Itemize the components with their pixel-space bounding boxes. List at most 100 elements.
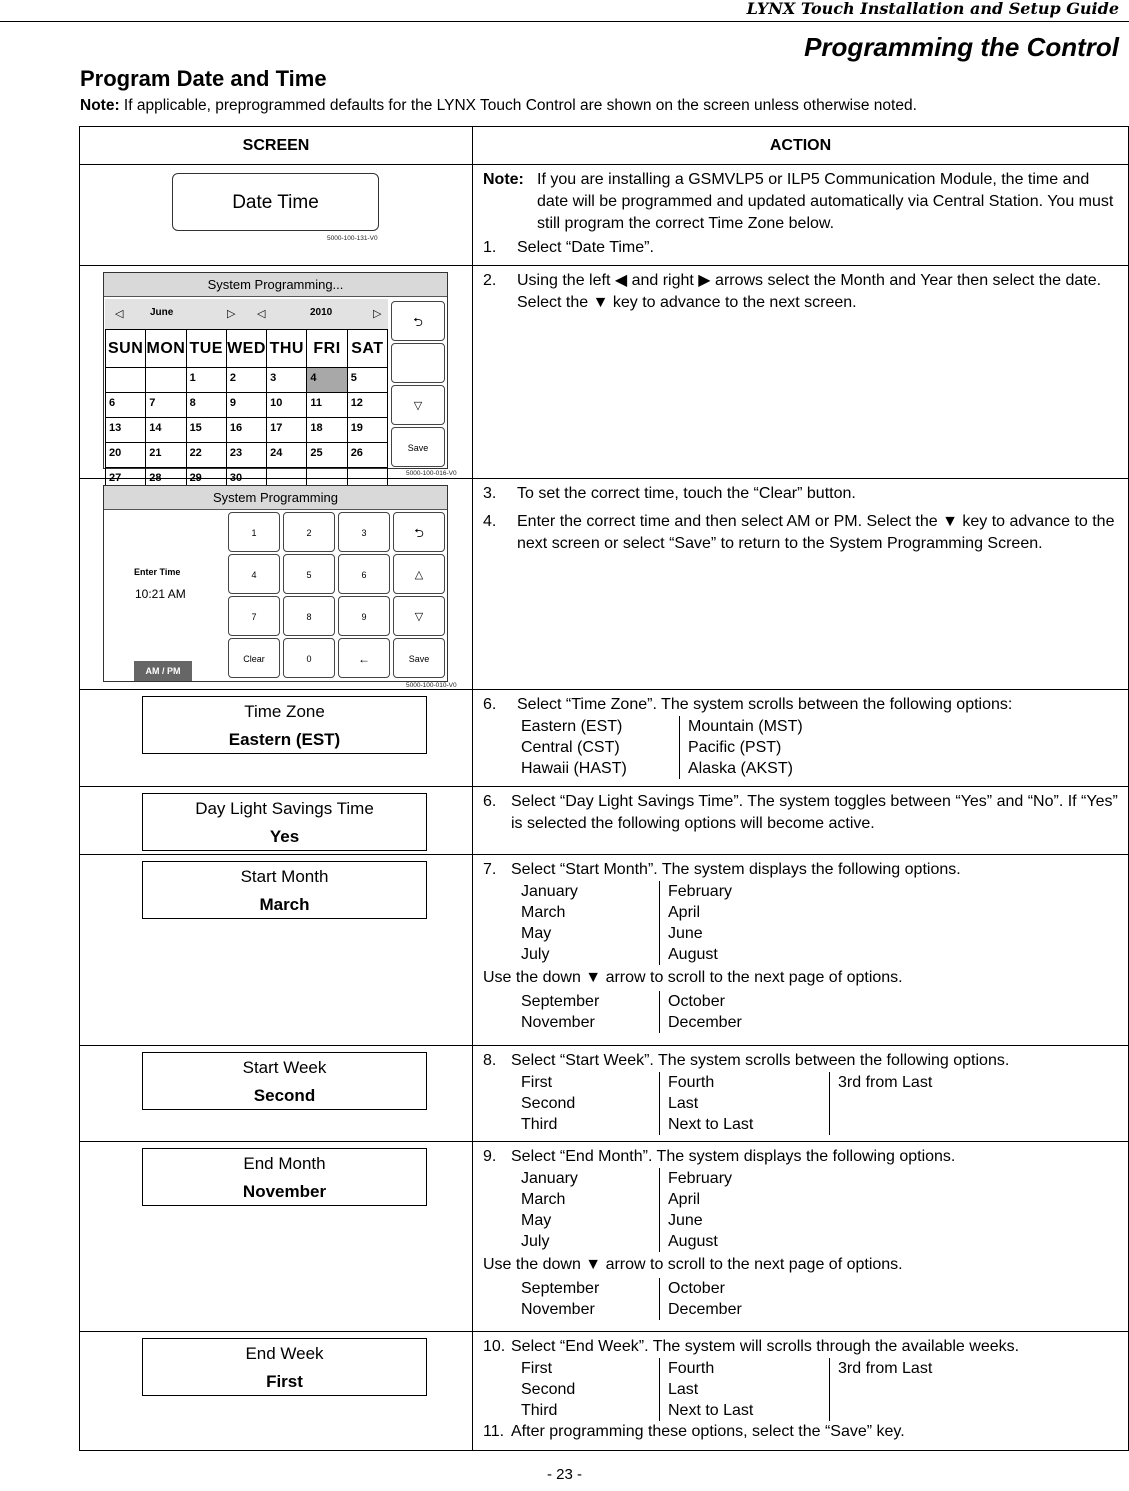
calendar-day[interactable]: 21 bbox=[145, 442, 187, 468]
option-item: Alaska (AKST) bbox=[688, 760, 793, 777]
step-6-dst: 6. Select “Day Light Savings Time”. The … bbox=[483, 791, 1118, 835]
calendar-day[interactable]: 7 bbox=[145, 392, 187, 418]
month-next-icon[interactable]: ▷ bbox=[227, 307, 235, 320]
page-number: - 23 - bbox=[546, 1466, 582, 1483]
option-item: January bbox=[521, 1170, 578, 1187]
option-item: September bbox=[521, 993, 600, 1010]
back-button[interactable]: ⮌ bbox=[393, 512, 445, 552]
step-text: Select “Time Zone”. The system scrolls b… bbox=[517, 696, 1013, 713]
am-pm-button[interactable]: AM / PM bbox=[134, 661, 192, 681]
date-time-button[interactable]: Date Time bbox=[172, 173, 379, 231]
back-icon: ⮌ bbox=[413, 315, 423, 329]
year-next-icon[interactable]: ▷ bbox=[373, 307, 381, 320]
option-item: May bbox=[521, 1212, 552, 1229]
keypad-key-3[interactable]: 3 bbox=[338, 512, 390, 552]
keypad-key-9[interactable]: 9 bbox=[338, 596, 390, 636]
keypad-key-0[interactable]: 0 bbox=[283, 638, 335, 678]
keypad-key-6[interactable]: 6 bbox=[338, 554, 390, 594]
option-item: Third bbox=[521, 1402, 558, 1419]
action-cell: Note: If you are installing a GSMVLP5 or… bbox=[472, 164, 1129, 266]
step-text: Using the left ◀ and right ▶ arrows sele… bbox=[517, 272, 1102, 311]
calendar-day[interactable]: 18 bbox=[306, 417, 348, 443]
calendar-day[interactable]: 13 bbox=[104, 417, 147, 443]
calendar-day[interactable]: 10 bbox=[266, 392, 308, 418]
option-item: November bbox=[521, 1014, 595, 1031]
save-button[interactable]: Save bbox=[391, 427, 445, 467]
time-zone-options: Eastern (EST) Central (CST) Hawaii (HAST) … bbox=[521, 716, 1118, 779]
step-7: 7. Select “Start Month”. The system disp… bbox=[483, 859, 1118, 881]
calendar-week-row: 12345 bbox=[104, 367, 389, 393]
calendar-day[interactable]: 11 bbox=[306, 392, 348, 418]
option-item: February bbox=[668, 1170, 733, 1187]
step-text: After programming these options, select … bbox=[511, 1423, 905, 1440]
action-cell: 8. Select “Start Week”. The system scrol… bbox=[472, 1045, 1129, 1142]
calendar-day[interactable]: 22 bbox=[185, 442, 227, 468]
calendar-day[interactable]: 4 bbox=[306, 367, 348, 393]
options-column: September November bbox=[521, 1278, 659, 1320]
start-week-field[interactable]: Start Week Second bbox=[142, 1052, 427, 1110]
keypad-key-5[interactable]: 5 bbox=[283, 554, 335, 594]
keypad-key-7[interactable]: 7 bbox=[228, 596, 280, 636]
backspace-button[interactable]: ← bbox=[338, 638, 390, 678]
screen-cell: End Month November bbox=[79, 1141, 473, 1332]
save-button[interactable]: Save bbox=[393, 638, 445, 678]
keypad-key-2[interactable]: 2 bbox=[283, 512, 335, 552]
calendar-day[interactable]: 8 bbox=[185, 392, 227, 418]
calendar-day[interactable]: 3 bbox=[266, 367, 308, 393]
calendar-day[interactable]: 25 bbox=[306, 442, 348, 468]
time-zone-field[interactable]: Time Zone Eastern (EST) bbox=[142, 696, 427, 754]
step-number: 6. bbox=[483, 696, 497, 713]
options-column: Eastern (EST) Central (CST) Hawaii (HAST) bbox=[521, 716, 679, 779]
screen-cell: End Week First bbox=[79, 1331, 473, 1451]
end-month-field[interactable]: End Month November bbox=[142, 1148, 427, 1206]
option-item: March bbox=[521, 904, 566, 921]
start-month-field[interactable]: Start Month March bbox=[142, 861, 427, 919]
note-text: If you are installing a GSMVLP5 or ILP5 … bbox=[537, 171, 1114, 232]
calendar-day[interactable]: 12 bbox=[346, 392, 389, 418]
backspace-arrow-icon: ← bbox=[358, 652, 370, 666]
week-options: First Second Third Fourth Last Next to Last … bbox=[521, 1072, 1118, 1135]
calendar-day[interactable]: 26 bbox=[346, 442, 389, 468]
screen-cell: System Programming Enter Time 10:21 AM A… bbox=[79, 478, 473, 690]
month-prev-icon[interactable]: ◁ bbox=[115, 307, 123, 320]
keypad-key-1[interactable]: 1 bbox=[228, 512, 280, 552]
calendar-day[interactable]: 15 bbox=[185, 417, 227, 443]
calendar-day[interactable]: 20 bbox=[104, 442, 147, 468]
step-text: Select “End Month”. The system displays … bbox=[511, 1148, 956, 1165]
calendar-empty-cell bbox=[104, 367, 147, 393]
up-button[interactable]: △ bbox=[393, 554, 445, 594]
calendar-day[interactable]: 1 bbox=[185, 367, 227, 393]
end-week-field[interactable]: End Week First bbox=[142, 1338, 427, 1396]
dst-field[interactable]: Day Light Savings Time Yes bbox=[142, 793, 427, 851]
clear-button[interactable]: Clear bbox=[228, 638, 280, 678]
keypad-key-8[interactable]: 8 bbox=[283, 596, 335, 636]
keypad-key-4[interactable]: 4 bbox=[228, 554, 280, 594]
option-item: Fourth bbox=[668, 1074, 715, 1091]
field-value: March bbox=[259, 895, 310, 914]
down-button[interactable]: ▽ bbox=[391, 385, 445, 425]
calendar-day[interactable]: 9 bbox=[225, 392, 268, 418]
year-prev-icon[interactable]: ◁ bbox=[257, 307, 265, 320]
calendar-day[interactable]: 5 bbox=[346, 367, 389, 393]
screen-title: System Programming... bbox=[104, 273, 447, 297]
table-row-calendar: System Programming... ◁ June ▷ ◁ 2010 ▷ … bbox=[79, 265, 1129, 493]
option-item: July bbox=[521, 1233, 550, 1250]
calendar-week-row: 6 7 8 9 10 11 12 bbox=[104, 392, 389, 418]
option-item: October bbox=[668, 1280, 725, 1297]
option-item: April bbox=[668, 904, 701, 921]
calendar-day[interactable]: 16 bbox=[225, 417, 268, 443]
calendar-day[interactable]: 6 bbox=[104, 392, 147, 418]
down-button[interactable]: ▽ bbox=[393, 596, 445, 636]
calendar-day[interactable]: 24 bbox=[266, 442, 308, 468]
weekday-header: WED bbox=[225, 329, 268, 368]
calendar-day[interactable]: 17 bbox=[266, 417, 308, 443]
blank-button[interactable] bbox=[391, 343, 445, 383]
step-number: 1. bbox=[483, 239, 497, 256]
calendar-day[interactable]: 2 bbox=[225, 367, 268, 393]
section-title: Programming the Control bbox=[804, 32, 1119, 62]
back-button[interactable]: ⮌ bbox=[391, 301, 445, 341]
calendar-day[interactable]: 23 bbox=[225, 442, 268, 468]
calendar-day[interactable]: 19 bbox=[346, 417, 389, 443]
step-3: 3. To set the correct time, touch the “C… bbox=[483, 483, 1118, 505]
calendar-day[interactable]: 14 bbox=[145, 417, 187, 443]
